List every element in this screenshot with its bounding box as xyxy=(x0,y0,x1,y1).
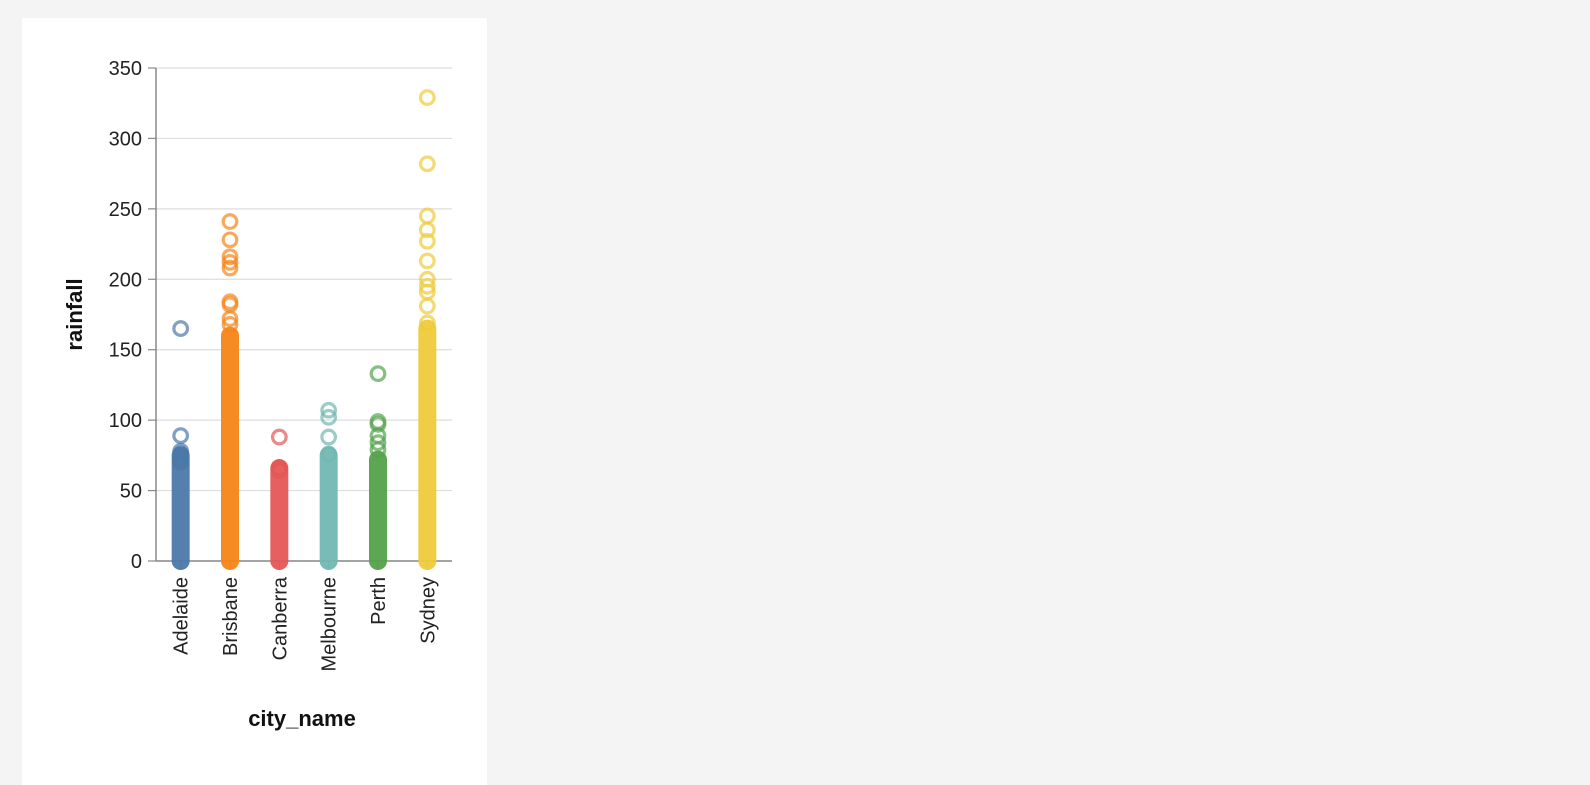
data-point xyxy=(221,231,239,249)
x-axis-title: city_name xyxy=(248,706,356,731)
x-tick-label-adelaide: Adelaide xyxy=(171,577,193,655)
series-brisbane xyxy=(221,213,239,570)
y-tick-label: 250 xyxy=(109,199,142,221)
data-point xyxy=(369,365,387,383)
series-perth xyxy=(369,365,387,570)
data-point xyxy=(418,252,436,270)
data-point xyxy=(270,428,288,446)
data-point xyxy=(418,155,436,173)
y-tick-label: 300 xyxy=(109,128,142,150)
x-tick-label-melbourne: Melbourne xyxy=(319,577,341,672)
series-sydney xyxy=(418,89,437,570)
series-melbourne xyxy=(319,401,338,570)
y-tick-label: 0 xyxy=(131,551,142,573)
y-axis-ticks: 0 50 100 150 200 250 300 350 xyxy=(109,58,156,573)
strip-plot: 0 50 100 150 200 250 300 350 Adelaide Brisbane Ca… xyxy=(62,58,452,731)
data-point xyxy=(221,213,239,230)
data-point xyxy=(418,89,436,106)
data-point xyxy=(172,427,190,445)
y-tick-label: 50 xyxy=(120,481,142,503)
x-tick-label-brisbane: Brisbane xyxy=(220,577,242,656)
data-point xyxy=(172,320,190,337)
data-point xyxy=(320,428,338,446)
axes xyxy=(155,68,452,562)
x-axis-ticks: Adelaide Brisbane Canberra Melbourne Perth Sy… xyxy=(171,561,439,672)
x-tick-label-perth: Perth xyxy=(368,577,390,625)
y-tick-label: 200 xyxy=(109,269,142,291)
y-tick-label: 150 xyxy=(109,340,142,362)
x-tick-label-canberra: Canberra xyxy=(269,576,291,660)
chart-card: 0 50 100 150 200 250 300 350 Adelaide Brisbane Ca… xyxy=(22,18,487,785)
x-tick-label-sydney: Sydney xyxy=(417,577,439,644)
y-axis-title: rainfall xyxy=(62,278,87,350)
series-adelaide xyxy=(171,320,190,570)
data-point xyxy=(418,297,436,315)
y-tick-label: 100 xyxy=(109,410,142,432)
y-tick-label: 350 xyxy=(109,58,142,80)
series-canberra xyxy=(270,428,289,570)
grid-lines xyxy=(156,67,452,562)
data-point xyxy=(418,207,436,225)
